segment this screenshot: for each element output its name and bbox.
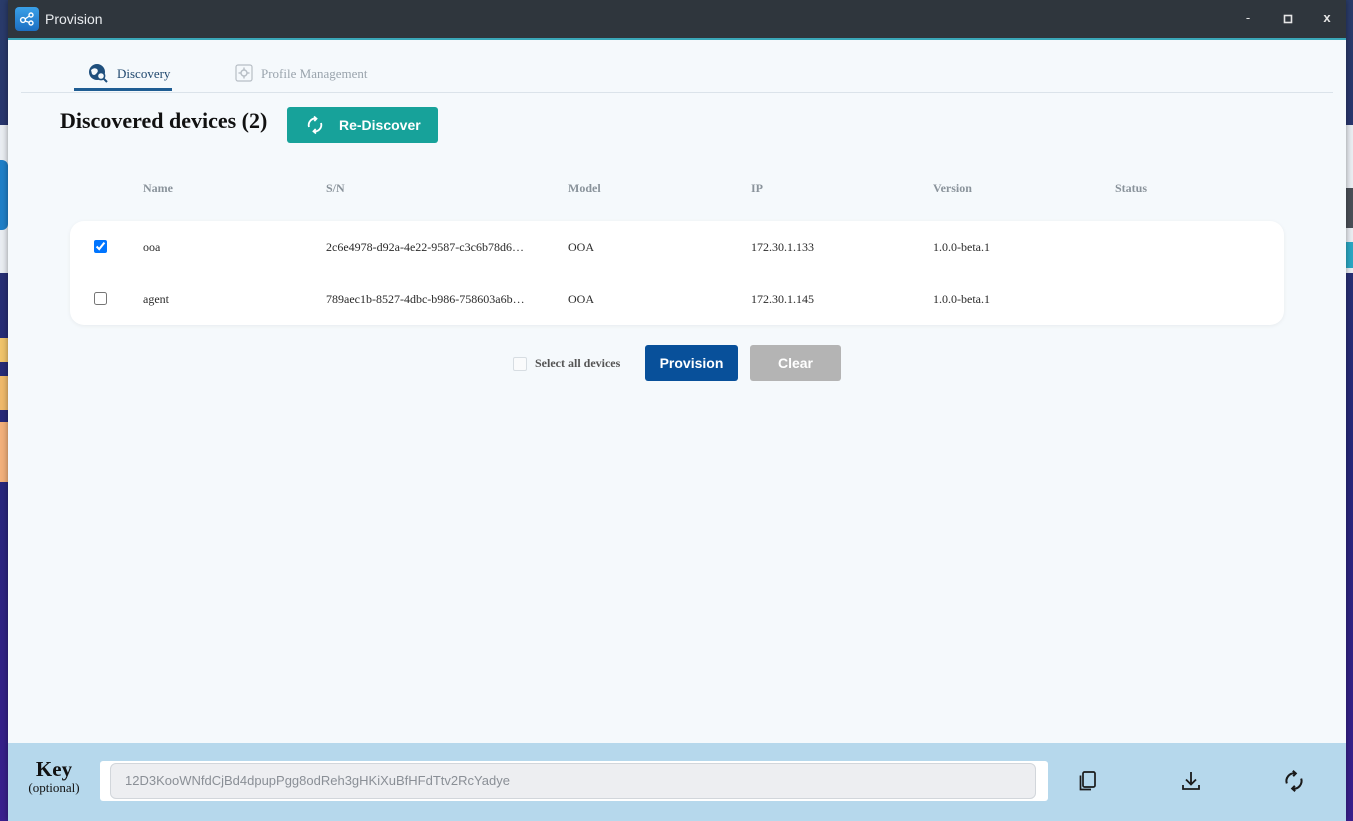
maximize-button[interactable]: [1278, 9, 1298, 29]
provision-button[interactable]: Provision: [645, 345, 738, 381]
rediscover-label: Re-Discover: [339, 117, 421, 133]
desktop-background: [0, 376, 8, 410]
desktop-background: [0, 338, 8, 362]
device-model: OOA: [568, 292, 594, 306]
window-title: Provision: [45, 11, 103, 27]
column-header-ip: IP: [751, 181, 763, 195]
tab-profile-management-label: Profile Management: [261, 66, 368, 81]
select-all-checkbox[interactable]: [513, 356, 527, 371]
key-title: Key: [35, 757, 73, 781]
column-header-name: Name: [143, 181, 173, 195]
download-icon[interactable]: [1179, 769, 1203, 793]
device-ip: 172.30.1.145: [751, 292, 814, 306]
tab-discovery[interactable]: Discovery: [74, 56, 172, 91]
table-row[interactable]: ooa 2c6e4978-d92a-4e22-9587-c3c6b78d6… O…: [70, 221, 1284, 273]
copy-icon[interactable]: [1076, 769, 1100, 793]
device-table: ooa 2c6e4978-d92a-4e22-9587-c3c6b78d6… O…: [70, 221, 1284, 325]
key-input[interactable]: 12D3KooWNfdCjBd4dpupPgg8odReh3gHKiXuBfHF…: [110, 763, 1036, 799]
device-model: OOA: [568, 240, 594, 254]
key-subtitle: (optional): [28, 780, 80, 795]
globe-search-icon: [87, 62, 109, 88]
desktop-background: [0, 422, 8, 482]
app-logo-icon: [15, 7, 39, 31]
minimize-button[interactable]: -: [1238, 9, 1258, 29]
desktop-background: [1345, 242, 1353, 268]
page-title: Discovered devices (2): [60, 108, 268, 133]
key-footer: Key (optional) 12D3KooWNfdCjBd4dpupPgg8o…: [8, 743, 1346, 821]
device-name: agent: [143, 292, 169, 306]
select-all-label: Select all devices: [535, 356, 621, 370]
app-window: Provision - x Discovery Profile Manageme…: [8, 0, 1346, 821]
column-header-version: Version: [933, 181, 972, 195]
title-bar[interactable]: Provision - x: [8, 0, 1346, 40]
device-name: ooa: [143, 240, 161, 254]
device-version: 1.0.0-beta.1: [933, 292, 990, 306]
column-header-status: Status: [1115, 181, 1148, 195]
gear-icon: [235, 64, 253, 86]
device-ip: 172.30.1.133: [751, 240, 814, 254]
close-button[interactable]: x: [1317, 9, 1337, 29]
refresh-icon: [307, 115, 323, 135]
column-header-model: Model: [568, 181, 601, 195]
clear-button[interactable]: Clear: [750, 345, 841, 381]
rediscover-button[interactable]: Re-Discover: [287, 107, 438, 143]
column-header-sn: S/N: [326, 181, 345, 195]
desktop-background: [1345, 188, 1353, 228]
row-checkbox[interactable]: [94, 240, 107, 253]
table-row[interactable]: agent 789aec1b-8527-4dbc-b986-758603a6b……: [70, 273, 1284, 325]
row-checkbox[interactable]: [94, 292, 107, 305]
key-label: Key (optional): [8, 758, 100, 796]
desktop-background: [0, 160, 8, 230]
device-version: 1.0.0-beta.1: [933, 240, 990, 254]
device-sn: 789aec1b-8527-4dbc-b986-758603a6b…: [326, 292, 525, 306]
select-all-devices[interactable]: Select all devices: [513, 356, 620, 371]
key-field-container: 12D3KooWNfdCjBd4dpupPgg8odReh3gHKiXuBfHF…: [100, 761, 1048, 801]
refresh-icon[interactable]: [1282, 769, 1306, 793]
device-sn: 2c6e4978-d92a-4e22-9587-c3c6b78d6…: [326, 240, 524, 254]
tab-discovery-label: Discovery: [117, 66, 171, 81]
tab-bar: Discovery Profile Management: [21, 40, 1333, 93]
tab-profile-management[interactable]: Profile Management: [227, 56, 387, 91]
